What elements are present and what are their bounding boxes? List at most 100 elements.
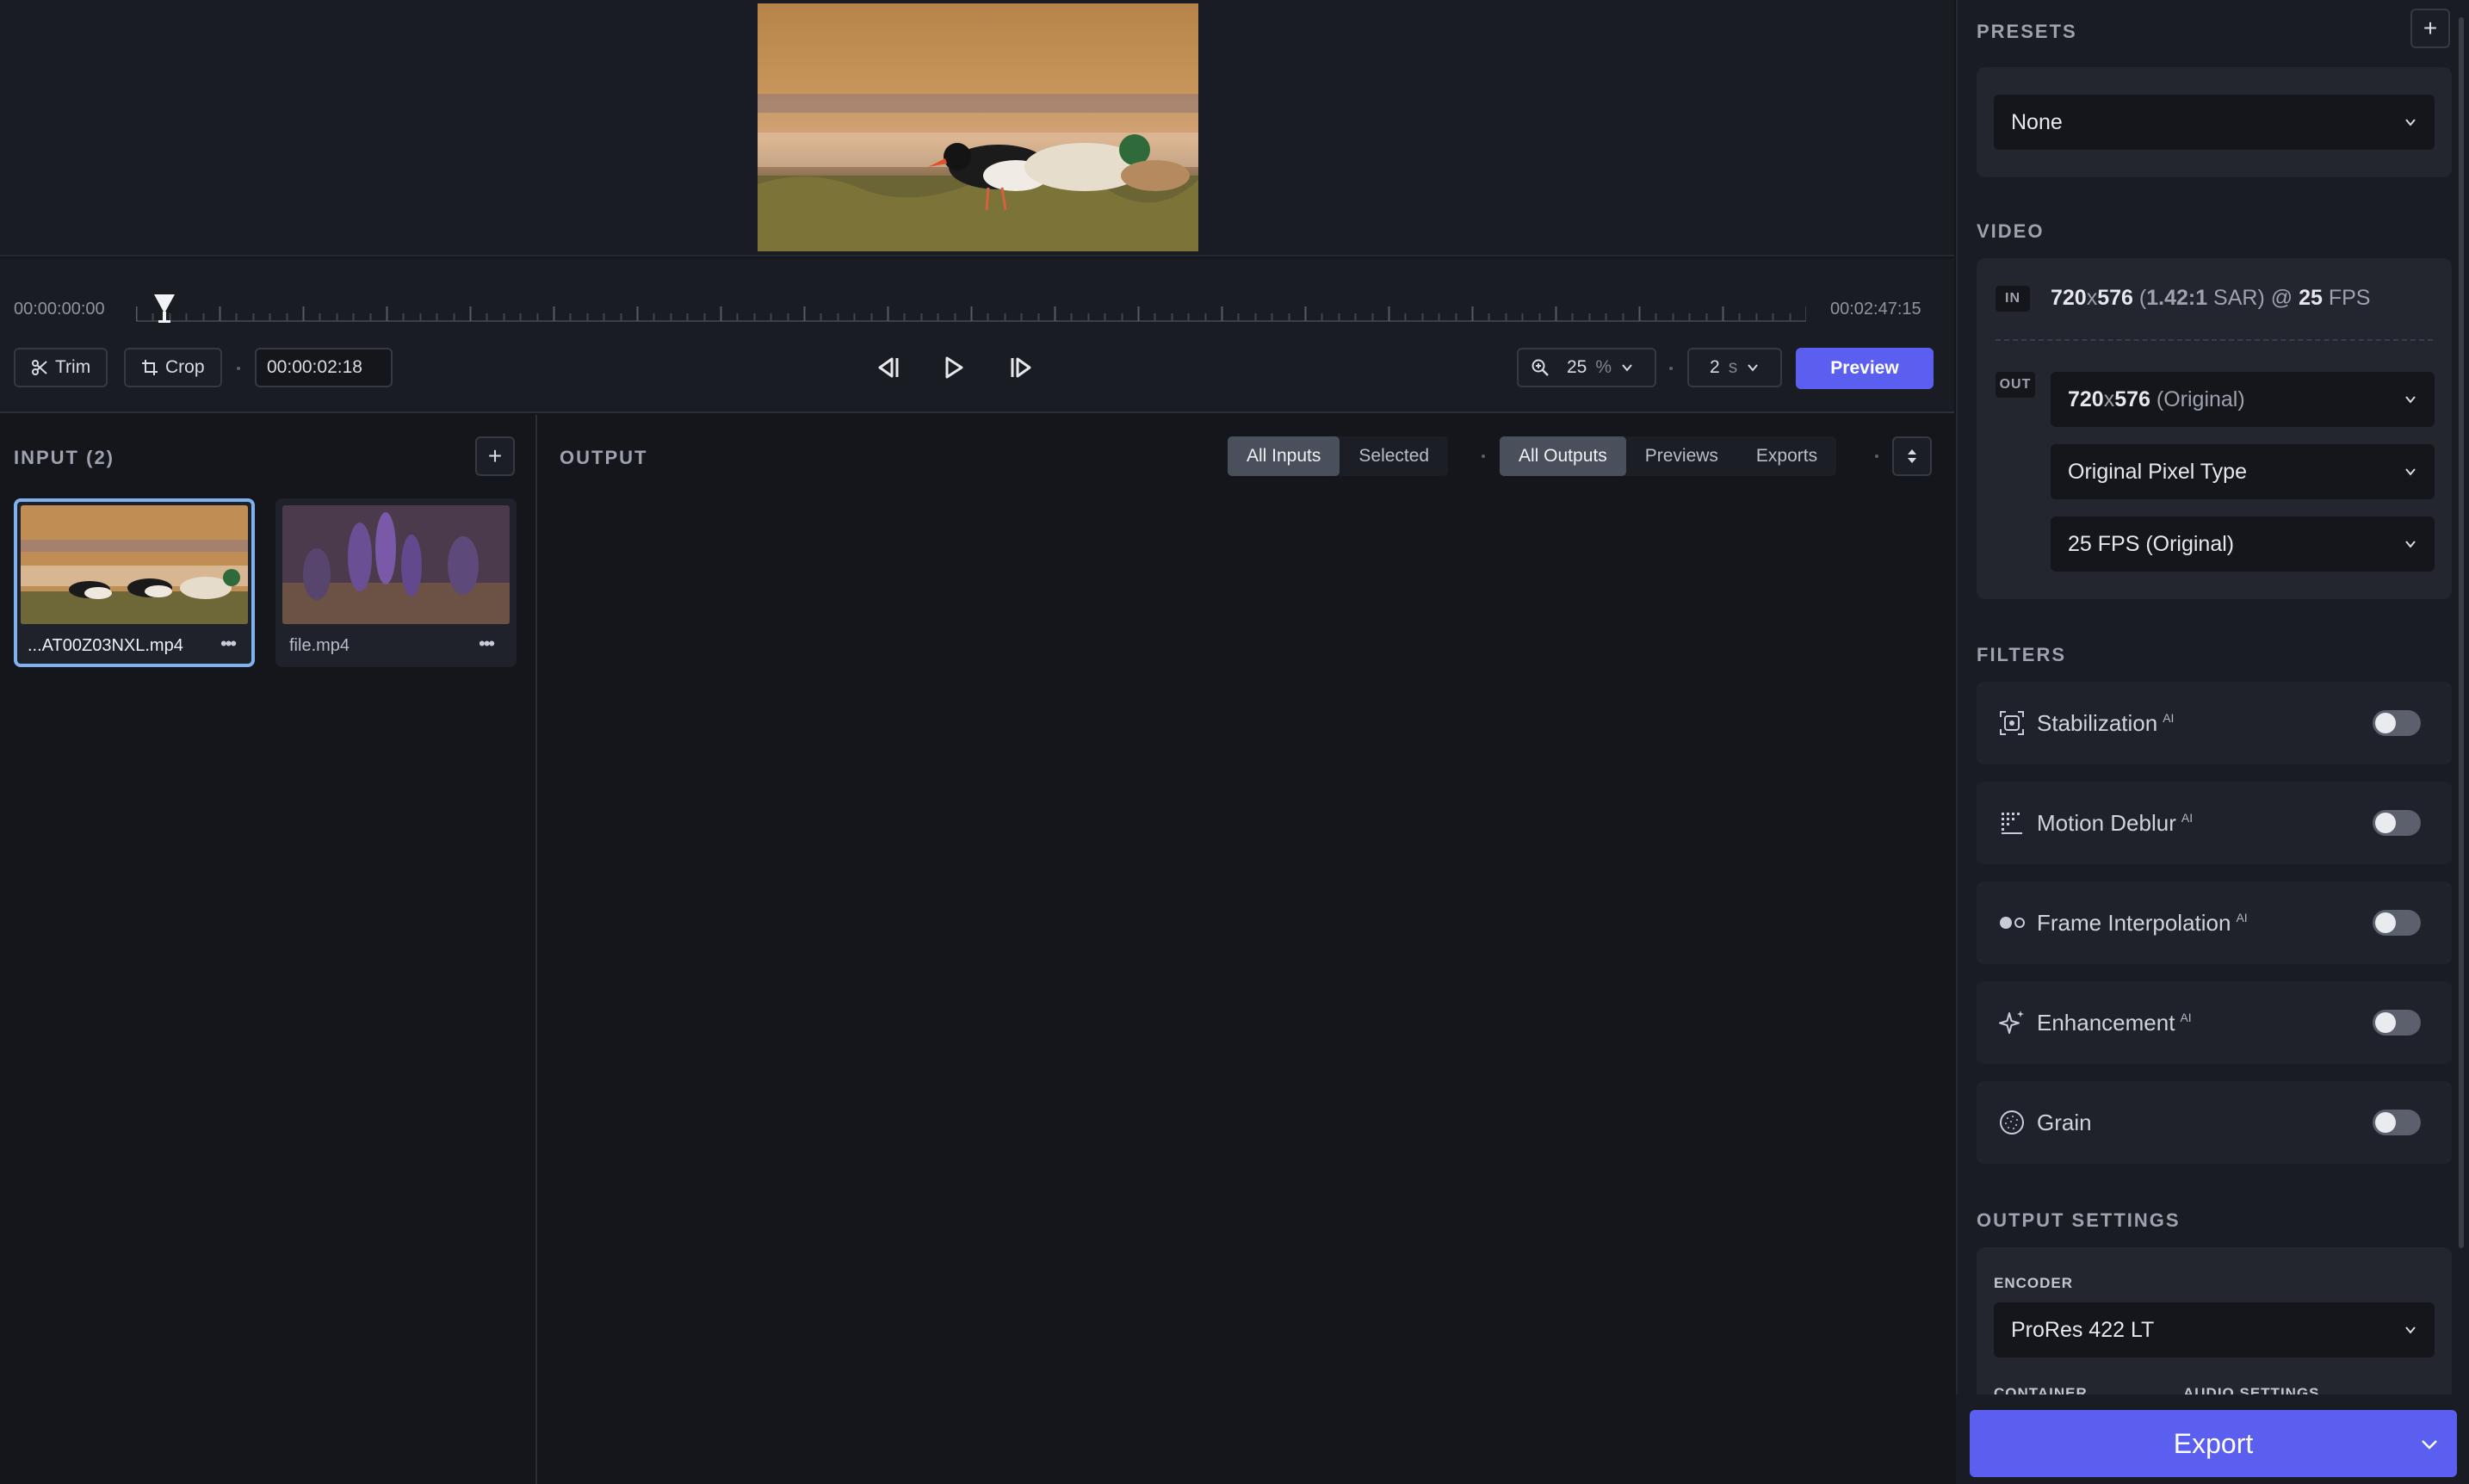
zoom-value: 25	[1567, 357, 1587, 377]
input-video-info: 720x576 (1.42:1 SAR) @ 25 FPS	[2051, 286, 2370, 311]
filter-selected[interactable]: Selected	[1340, 436, 1448, 476]
add-preset-button[interactable]: +	[2410, 9, 2450, 48]
zoom-select[interactable]: 25 %	[1517, 348, 1656, 387]
stabilization-toggle[interactable]	[2373, 710, 2421, 736]
play-button[interactable]	[934, 348, 974, 387]
input-filter-segment: All Inputs Selected	[1228, 436, 1449, 476]
sort-button[interactable]	[1892, 436, 1932, 476]
filter-label: Frame Interpolation AI	[2037, 910, 2248, 937]
scissors-icon	[32, 360, 47, 375]
filter-motion-deblur: Motion Deblur AI	[1977, 782, 2452, 864]
app-window: 00:00:00:00 00:02:47:15 Trim Crop 00:00:…	[0, 0, 2469, 1484]
separator-dot	[1875, 454, 1878, 458]
play-icon	[945, 356, 963, 379]
chevron-down-icon[interactable]	[2419, 1434, 2440, 1455]
frame-interpolation-icon	[2000, 917, 2025, 929]
timeline-start-time: 00:00:00:00	[14, 300, 105, 318]
output-settings-title: OUTPUT SETTINGS	[1977, 1209, 2181, 1231]
sidebar-scrollbar[interactable]	[2459, 17, 2464, 1248]
filter-frame-interpolation: Frame Interpolation AI	[1977, 881, 2452, 964]
filter-previews[interactable]: Previews	[1626, 436, 1737, 476]
encoder-value: ProRes 422 LT	[2011, 1317, 2155, 1342]
file-name: file.mp4	[289, 636, 350, 655]
in-sar-open: (	[2132, 286, 2147, 310]
input-file-card[interactable]: ...AT00Z03NXL.mp4 •••	[14, 498, 255, 667]
trim-button[interactable]: Trim	[14, 348, 108, 387]
preset-value: None	[2011, 109, 2063, 134]
output-resolution-dropdown[interactable]: 720x576 (Original)	[2051, 372, 2435, 427]
fps-value: 25 FPS (Original)	[2068, 531, 2235, 556]
filter-name: Grain	[2037, 1109, 2092, 1135]
in-x: x	[2086, 286, 2098, 310]
playhead-handle[interactable]	[152, 293, 177, 324]
pixel-type-dropdown[interactable]: Original Pixel Type	[2051, 444, 2435, 499]
more-options-icon[interactable]: •••	[479, 633, 495, 655]
in-sar: 1.42:1	[2146, 286, 2208, 310]
timeline-ruler[interactable]	[136, 293, 1806, 322]
out-tag: OUT	[1996, 372, 2035, 398]
filter-name: Motion Deblur	[2037, 809, 2176, 836]
add-input-button[interactable]: +	[475, 436, 515, 476]
zoom-unit: %	[1595, 357, 1612, 377]
filter-label: Enhancement AI	[2037, 1010, 2192, 1036]
input-panel-title: INPUT (2)	[14, 447, 114, 468]
ai-badge: AI	[2180, 1010, 2192, 1024]
encoder-label: ENCODER	[1994, 1275, 2074, 1291]
file-thumbnail	[282, 505, 510, 624]
frame-interpolation-toggle[interactable]	[2373, 910, 2421, 936]
export-label: Export	[2173, 1427, 2254, 1459]
crop-button[interactable]: Crop	[124, 348, 222, 387]
chevron-down-icon	[2405, 1326, 2416, 1334]
step-forward-icon	[1011, 357, 1031, 378]
current-time-field[interactable]: 00:00:02:18	[255, 348, 393, 387]
video-card: IN 720x576 (1.42:1 SAR) @ 25 FPS OUT 720…	[1977, 258, 2452, 599]
output-settings-card: ENCODER ProRes 422 LT CONTAINER AUDIO SE…	[1977, 1247, 2452, 1419]
output-panel-title: OUTPUT	[560, 447, 648, 468]
separator-dot	[237, 367, 240, 370]
output-resolution: 720x576 (Original)	[2068, 387, 2245, 412]
filter-label: Motion Deblur AI	[2037, 810, 2193, 837]
step-forward-button[interactable]	[1002, 348, 1042, 387]
in-sar-close: SAR) @	[2207, 286, 2299, 310]
chevron-down-icon	[2405, 396, 2416, 404]
video-title: VIDEO	[1977, 220, 2045, 242]
filter-all-inputs[interactable]: All Inputs	[1228, 436, 1340, 476]
chevron-down-icon	[2405, 119, 2416, 127]
grain-toggle[interactable]	[2373, 1110, 2421, 1135]
in-width: 720	[2051, 286, 2087, 310]
out-resolution-note: (Original)	[2150, 386, 2245, 411]
filter-all-outputs[interactable]: All Outputs	[1500, 436, 1626, 476]
input-file-card[interactable]: file.mp4 •••	[275, 498, 517, 667]
ai-badge: AI	[2236, 910, 2248, 924]
chevron-down-icon	[2405, 541, 2416, 548]
ai-badge: AI	[2181, 810, 2194, 825]
output-filter-segment: All Outputs Previews Exports	[1500, 436, 1837, 476]
chevron-down-icon	[1748, 364, 1758, 372]
out-width: 720	[2068, 386, 2104, 411]
in-height: 576	[2097, 286, 2133, 310]
chevron-down-icon	[1622, 364, 1632, 372]
export-button[interactable]: Export	[1970, 1410, 2457, 1477]
fps-dropdown[interactable]: 25 FPS (Original)	[2051, 516, 2435, 572]
file-name: ...AT00Z03NXL.mp4	[28, 636, 183, 655]
encoder-dropdown[interactable]: ProRes 422 LT	[1994, 1302, 2435, 1357]
separator-dot	[1669, 367, 1673, 370]
preset-dropdown[interactable]: None	[1994, 95, 2435, 150]
out-x: x	[2103, 386, 2115, 411]
more-options-icon[interactable]: •••	[220, 633, 237, 655]
filter-stabilization: Stabilization AI	[1977, 682, 2452, 764]
crop-label: Crop	[165, 357, 205, 377]
enhancement-toggle[interactable]	[2373, 1010, 2421, 1036]
chevron-down-icon	[2405, 468, 2416, 476]
zoom-in-icon	[1532, 359, 1549, 376]
motion-deblur-toggle[interactable]	[2373, 810, 2421, 836]
preview-button[interactable]: Preview	[1796, 348, 1934, 389]
step-size-select[interactable]: 2 s	[1687, 348, 1782, 387]
grain-icon	[2000, 1110, 2024, 1135]
output-panel	[539, 415, 1954, 1484]
in-fps: 25	[2299, 286, 2323, 310]
video-preview-frame	[758, 3, 1198, 251]
filter-exports[interactable]: Exports	[1737, 436, 1836, 476]
filter-label: Grain	[2037, 1110, 2092, 1136]
step-back-button[interactable]	[868, 348, 907, 387]
